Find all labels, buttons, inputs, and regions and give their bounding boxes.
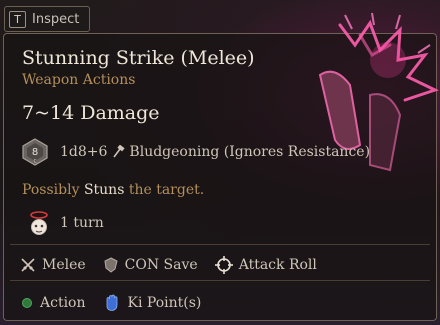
d8-die-icon: 8 C — [22, 138, 48, 166]
property-melee[interactable]: Melee — [20, 257, 86, 273]
property-label: Melee — [42, 257, 86, 273]
stuns-keyword[interactable]: Stuns — [84, 182, 124, 198]
effect-suffix: the target. — [124, 182, 205, 198]
crosshair-icon — [214, 256, 233, 274]
die-value: 8 — [32, 147, 38, 158]
crossed-swords-icon — [21, 258, 35, 272]
damage-roll-line: 1d8+6 Bludgeoning (Ignores Resistance) — [60, 144, 370, 160]
cost-label: Action — [40, 295, 86, 311]
hammer-icon — [113, 145, 126, 158]
condition-duration: 1 turn — [60, 215, 104, 231]
effect-description: Possibly Stuns the target. — [22, 182, 204, 198]
cost-label: Ki Point(s) — [127, 295, 202, 311]
ki-hand-icon — [106, 294, 117, 311]
shield-icon — [104, 257, 118, 273]
inspect-label: Inspect — [32, 11, 80, 27]
divider — [10, 244, 430, 245]
action-dot-icon — [22, 298, 32, 308]
damage-range: 7~14 Damage — [22, 102, 160, 124]
divider — [10, 280, 430, 281]
damage-roll: 1d8+6 — [60, 144, 108, 160]
hotkey-t: T — [9, 10, 26, 28]
spell-properties: Melee CON Save Attack Roll — [20, 256, 334, 274]
stunned-condition-icon[interactable] — [28, 210, 50, 238]
effect-prefix: Possibly — [22, 182, 84, 198]
damage-type: Bludgeoning (Ignores Resistance) — [129, 144, 371, 160]
spell-title: Stunning Strike (Melee) — [22, 47, 255, 69]
resource-costs: Action Ki Point(s) — [22, 294, 219, 312]
property-attack-roll[interactable]: Attack Roll — [214, 256, 317, 274]
property-label: CON Save — [124, 257, 198, 273]
spell-category: Weapon Actions — [22, 72, 136, 88]
cost-ki-points[interactable]: Ki Point(s) — [104, 294, 202, 312]
cost-action[interactable]: Action — [22, 295, 86, 311]
property-label: Attack Roll — [238, 257, 317, 273]
die-sub: C — [34, 159, 37, 164]
property-con-save[interactable]: CON Save — [103, 257, 198, 273]
inspect-button[interactable]: T Inspect — [4, 6, 91, 32]
